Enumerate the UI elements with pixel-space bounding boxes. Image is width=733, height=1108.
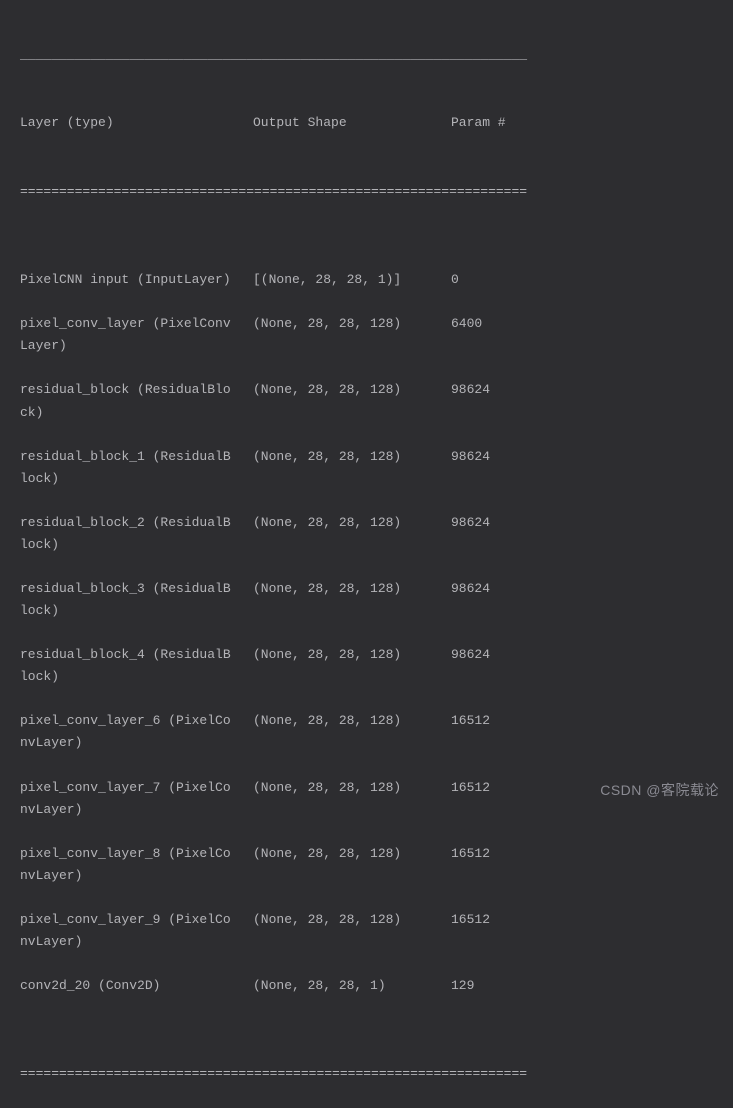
layer-name-line1: PixelCNN input (InputLayer) [20,269,253,291]
output-shape: (None, 28, 28, 128) [253,710,451,732]
output-shape: [(None, 28, 28, 1)] [253,269,451,291]
table-row: residual_block_4 (ResidualB(None, 28, 28… [20,644,713,688]
output-shape: (None, 28, 28, 128) [253,512,451,534]
output-shape: (None, 28, 28, 128) [253,644,451,666]
layer-name-line1: conv2d_20 (Conv2D) [20,975,253,997]
row-line-1: conv2d_20 (Conv2D)(None, 28, 28, 1)129 [20,975,713,997]
row-line-2: lock) [20,600,713,622]
table-row: residual_block_2 (ResidualB(None, 28, 28… [20,512,713,556]
layer-name-line1: pixel_conv_layer_9 (PixelCo [20,909,253,931]
layer-name-line1: pixel_conv_layer_6 (PixelCo [20,710,253,732]
row-line-1: pixel_conv_layer_6 (PixelCo(None, 28, 28… [20,710,713,732]
header-layer: Layer (type) [20,112,253,134]
param-count: 0 [451,269,459,291]
layer-name-line2: nvLayer) [20,799,253,821]
divider-dash-top: ________________________________________… [20,44,713,66]
param-count: 16512 [451,710,490,732]
layer-name-line1: residual_block_4 (ResidualB [20,644,253,666]
output-shape: (None, 28, 28, 128) [253,777,451,799]
table-row: residual_block_3 (ResidualB(None, 28, 28… [20,578,713,622]
row-line-2: lock) [20,666,713,688]
layer-name-line1: pixel_conv_layer (PixelConv [20,313,253,335]
row-line-2: nvLayer) [20,732,713,754]
layer-name-line1: pixel_conv_layer_8 (PixelCo [20,843,253,865]
watermark-text: CSDN @客院载论 [600,779,719,803]
param-count: 98624 [451,446,490,468]
table-row: residual_block (ResidualBlo(None, 28, 28… [20,379,713,423]
output-shape: (None, 28, 28, 128) [253,578,451,600]
row-line-2: Layer) [20,335,713,357]
divider-equal-top: ========================================… [20,181,713,203]
table-row: pixel_conv_layer (PixelConv(None, 28, 28… [20,313,713,357]
layer-name-line2: lock) [20,666,253,688]
row-line-1: residual_block_1 (ResidualB(None, 28, 28… [20,446,713,468]
divider-equal-bottom: ========================================… [20,1063,713,1085]
row-line-2: lock) [20,534,713,556]
output-shape: (None, 28, 28, 128) [253,446,451,468]
param-count: 16512 [451,777,490,799]
row-line-1: residual_block_3 (ResidualB(None, 28, 28… [20,578,713,600]
param-count: 6400 [451,313,482,335]
layer-name-line1: residual_block_1 (ResidualB [20,446,253,468]
row-line-2: ck) [20,402,713,424]
row-line-1: pixel_conv_layer_9 (PixelCo(None, 28, 28… [20,909,713,931]
layer-name-line2: nvLayer) [20,931,253,953]
table-row: pixel_conv_layer_9 (PixelCo(None, 28, 28… [20,909,713,953]
row-line-2: nvLayer) [20,931,713,953]
param-count: 98624 [451,512,490,534]
row-line-1: pixel_conv_layer (PixelConv(None, 28, 28… [20,313,713,335]
param-count: 129 [451,975,474,997]
row-line-1: residual_block_2 (ResidualB(None, 28, 28… [20,512,713,534]
row-line-1: residual_block_4 (ResidualB(None, 28, 28… [20,644,713,666]
layer-name-line2: nvLayer) [20,732,253,754]
param-count: 98624 [451,578,490,600]
table-row: pixel_conv_layer_6 (PixelCo(None, 28, 28… [20,710,713,754]
row-line-1: residual_block (ResidualBlo(None, 28, 28… [20,379,713,401]
layer-name-line2: Layer) [20,335,253,357]
param-count: 98624 [451,379,490,401]
param-count: 16512 [451,843,490,865]
layer-name-line1: residual_block_2 (ResidualB [20,512,253,534]
header-row: Layer (type) Output Shape Param # [20,112,713,134]
layer-name-line2: lock) [20,600,253,622]
layer-name-line1: residual_block (ResidualBlo [20,379,253,401]
output-shape: (None, 28, 28, 128) [253,313,451,335]
layers-list: PixelCNN input (InputLayer)[(None, 28, 2… [20,269,713,997]
table-row: residual_block_1 (ResidualB(None, 28, 28… [20,446,713,490]
param-count: 98624 [451,644,490,666]
output-shape: (None, 28, 28, 128) [253,909,451,931]
layer-name-line2: ck) [20,402,253,424]
output-shape: (None, 28, 28, 1) [253,975,451,997]
output-shape: (None, 28, 28, 128) [253,379,451,401]
header-shape: Output Shape [253,112,451,134]
layer-name-line1: pixel_conv_layer_7 (PixelCo [20,777,253,799]
layer-name-line2: lock) [20,468,253,490]
layer-name-line2: nvLayer) [20,865,253,887]
table-row: PixelCNN input (InputLayer)[(None, 28, 2… [20,269,713,291]
row-line-2: nvLayer) [20,865,713,887]
output-shape: (None, 28, 28, 128) [253,843,451,865]
layer-name-line1: residual_block_3 (ResidualB [20,578,253,600]
param-count: 16512 [451,909,490,931]
table-row: conv2d_20 (Conv2D)(None, 28, 28, 1)129 [20,975,713,997]
table-row: pixel_conv_layer_8 (PixelCo(None, 28, 28… [20,843,713,887]
model-summary-output: ________________________________________… [0,0,733,1108]
layer-name-line2: lock) [20,534,253,556]
row-line-2: lock) [20,468,713,490]
row-line-1: PixelCNN input (InputLayer)[(None, 28, 2… [20,269,713,291]
header-params: Param # [451,112,506,134]
row-line-1: pixel_conv_layer_8 (PixelCo(None, 28, 28… [20,843,713,865]
